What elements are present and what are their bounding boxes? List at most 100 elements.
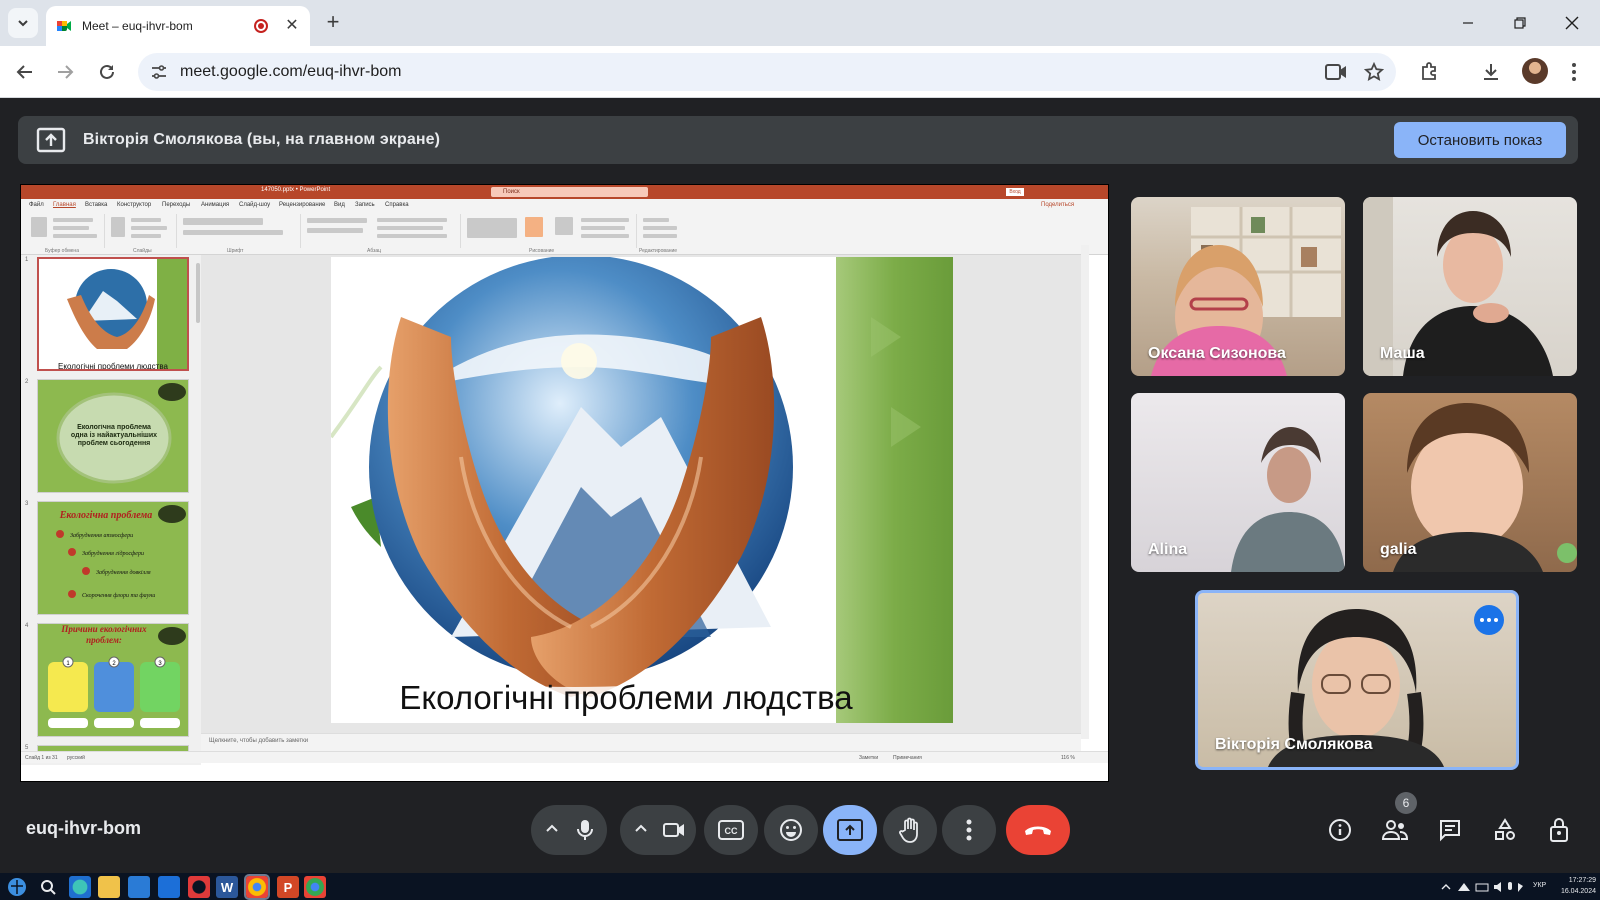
ppt-share-button: Поделиться (1041, 202, 1075, 208)
profile-avatar[interactable] (1522, 58, 1548, 84)
stop-presenting-button[interactable]: Остановить показ (1394, 122, 1566, 158)
participant-tile[interactable]: Маша (1363, 197, 1577, 376)
slide-scrollbar (1081, 245, 1089, 739)
ppt-menu-item: Переходы (162, 202, 191, 208)
people-count-badge: 6 (1395, 792, 1417, 814)
microphone-control[interactable] (531, 805, 607, 855)
mail-icon[interactable] (158, 876, 180, 898)
ribbon-label: Абзац (367, 248, 382, 254)
self-participant-tile[interactable]: Вікторія Смолякова (1195, 590, 1519, 770)
edge-browser-icon[interactable] (69, 876, 91, 898)
browser-menu-button[interactable] (1558, 56, 1590, 88)
minimize-icon (1463, 22, 1473, 24)
ppt-menu-item: Главная (53, 202, 76, 208)
taskbar-search-button[interactable] (37, 876, 59, 898)
clock-time: 17:27:29 (1568, 877, 1596, 884)
svg-text:CC: CC (725, 826, 738, 836)
arrow-left-icon (16, 65, 32, 79)
ribbon-label: Рисование (529, 248, 555, 254)
restore-window-button[interactable] (1500, 8, 1540, 38)
present-screen-button[interactable] (823, 805, 877, 855)
back-button[interactable] (9, 56, 41, 88)
system-tray-icons[interactable] (1440, 881, 1528, 893)
tab-search-button[interactable] (8, 8, 38, 38)
host-controls-button[interactable] (1542, 812, 1578, 848)
powerpoint-title-bar: 147050.pptx • PowerPoint Поиск Вход (21, 185, 1108, 199)
close-tab-icon[interactable]: ✕ (282, 16, 302, 36)
ppt-menu-item: Запись (355, 202, 375, 208)
system-clock[interactable]: 17:27:29 16.04.2024 (1556, 875, 1596, 897)
microsoft-store-icon[interactable] (128, 876, 150, 898)
browser-toolbar: meet.google.com/euq-ihvr-bom (0, 46, 1600, 98)
bookmark-button[interactable] (1358, 56, 1390, 88)
thumb-number: 4 (25, 623, 29, 629)
end-call-icon (1025, 826, 1051, 835)
slide-thumbnail-2: Екологічна проблема одна із найактуальні… (37, 379, 189, 493)
meeting-details-button[interactable] (1322, 812, 1358, 848)
more-vert-icon (966, 819, 972, 841)
activities-button[interactable] (1487, 812, 1523, 848)
chevron-up-icon[interactable] (543, 820, 561, 838)
extensions-button[interactable] (1414, 56, 1446, 88)
captions-button[interactable]: CC (704, 805, 758, 855)
new-tab-button[interactable]: + (320, 10, 346, 36)
thumb-number: 3 (25, 501, 29, 507)
chevron-down-icon (18, 20, 28, 27)
ribbon-group-drawing (461, 214, 637, 248)
leave-call-button[interactable] (1006, 805, 1070, 855)
tile-more-options-button[interactable] (1474, 605, 1504, 635)
powerpoint-status-bar: Слайд 1 из 31 русский Заметки Примечания… (21, 751, 1108, 763)
downloads-button[interactable] (1475, 56, 1507, 88)
more-options-button[interactable] (942, 805, 996, 855)
camera-control[interactable] (620, 805, 696, 855)
ribbon-group-editing (637, 214, 695, 248)
thumb-caption: Екологічна проблема (59, 510, 153, 521)
browser-tab-meet[interactable]: Meet – euq-ihvr-bom ✕ (46, 6, 310, 46)
windows-logo-icon (8, 878, 26, 896)
url-text: meet.google.com/euq-ihvr-bom (180, 63, 402, 80)
close-window-button[interactable] (1552, 8, 1592, 38)
start-button[interactable] (6, 876, 28, 898)
tab-title: Meet – euq-ihvr-bom (82, 19, 193, 33)
camera-permission-button[interactable] (1320, 56, 1352, 88)
ribbon-label: Шрифт (227, 248, 244, 254)
ribbon-label: Буфер обмена (45, 248, 79, 254)
forward-button[interactable] (49, 56, 81, 88)
raise-hand-button[interactable] (883, 805, 937, 855)
chrome-browser-icon[interactable] (244, 874, 270, 900)
puzzle-piece-icon (1422, 62, 1436, 80)
reactions-button[interactable] (764, 805, 818, 855)
ribbon-group-clipboard (25, 214, 105, 248)
chat-button[interactable] (1432, 812, 1468, 848)
chrome-profile-icon[interactable] (304, 876, 326, 898)
slide-thumbnail-4: Причини екологічних проблем: 1 2 3 (37, 623, 189, 737)
thumb-3-image: Екологічна проблема Забруднення атмосфер… (38, 502, 188, 614)
chevron-up-icon[interactable] (632, 820, 650, 838)
presentation-banner: Вікторія Смолякова (вы, на главном экран… (18, 116, 1578, 164)
word-icon: W (221, 880, 234, 895)
powerpoint-icon: P (284, 880, 293, 895)
ribbon-label: Редактирование (639, 248, 678, 254)
thumb-item: Забруднення довкілля (96, 569, 151, 576)
file-explorer-icon[interactable] (98, 876, 120, 898)
powerpoint-app-icon[interactable]: P (277, 876, 299, 898)
participant-tile[interactable]: Оксана Сизонова (1131, 197, 1345, 376)
reload-button[interactable] (91, 56, 123, 88)
minimize-window-button[interactable] (1448, 8, 1488, 38)
present-to-all-icon (837, 819, 863, 841)
present-to-all-icon (36, 127, 66, 153)
powerpoint-ribbon: Буфер обмена Слайды Шрифт Абзац Рисовани… (21, 211, 1108, 255)
people-button[interactable] (1377, 812, 1413, 848)
svg-text:W: W (221, 880, 234, 895)
participant-name: Alina (1148, 541, 1188, 558)
participant-name: Вікторія Смолякова (1215, 736, 1373, 753)
participant-tile[interactable]: Alina (1131, 393, 1345, 572)
presenting-label: Вікторія Смолякова (вы, на главном экран… (83, 131, 441, 148)
participant-name: Маша (1380, 345, 1425, 362)
keyboard-language[interactable]: УКР (1533, 882, 1546, 889)
site-info-icon[interactable] (148, 61, 170, 83)
participant-tile[interactable]: galia (1363, 393, 1577, 572)
word-app-icon[interactable]: W (216, 876, 238, 898)
opera-browser-icon[interactable] (188, 876, 210, 898)
address-bar[interactable]: meet.google.com/euq-ihvr-bom (138, 53, 1396, 91)
